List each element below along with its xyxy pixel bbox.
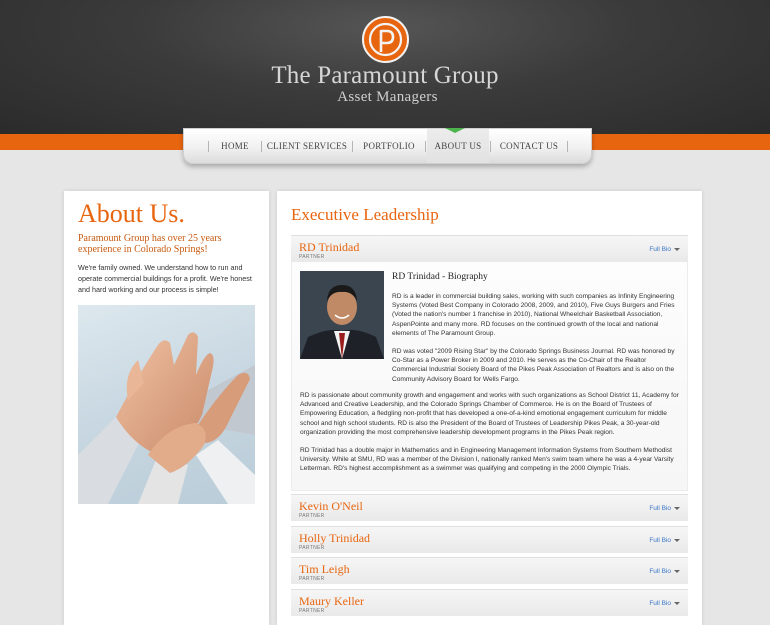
accordion-header-rd-trinidad[interactable]: RD Trinidad PARTNER Full Bio xyxy=(291,235,688,262)
full-bio-toggle[interactable]: Full Bio xyxy=(649,568,680,575)
brand-subtitle: Asset Managers xyxy=(337,89,438,105)
nav-contact-us[interactable]: CONTACT US xyxy=(492,129,566,163)
full-bio-toggle[interactable]: Full Bio xyxy=(649,537,680,544)
p-monogram-icon[interactable] xyxy=(362,16,409,63)
bio-paragraph: RD was voted "2009 Rising Star" by the C… xyxy=(392,348,675,383)
full-bio-toggle[interactable]: Full Bio xyxy=(649,600,680,607)
nav-separator xyxy=(567,141,568,152)
full-bio-label: Full Bio xyxy=(649,537,671,544)
member-role: PARTNER xyxy=(299,545,325,551)
full-bio-toggle[interactable]: Full Bio xyxy=(649,246,680,253)
site-header: The Paramount Group Asset Managers xyxy=(0,0,770,134)
member-role: PARTNER xyxy=(299,254,325,260)
main-nav: HOME CLIENT SERVICES PORTFOLIO ABOUT US … xyxy=(183,128,592,164)
full-bio-label: Full Bio xyxy=(649,505,671,512)
accordion-header-holly-trinidad[interactable]: Holly Trinidad PARTNER Full Bio xyxy=(291,526,688,553)
member-name: Holly Trinidad xyxy=(299,531,371,545)
bio-paragraph: RD is a leader in commercial building sa… xyxy=(392,293,675,337)
member-role: PARTNER xyxy=(299,576,325,582)
chevron-down-icon xyxy=(674,538,680,542)
hands-together-photo xyxy=(78,305,255,504)
full-bio-toggle[interactable]: Full Bio xyxy=(649,505,680,512)
accordion-header-maury-keller[interactable]: Maury Keller PARTNER Full Bio xyxy=(291,589,688,616)
chevron-down-icon xyxy=(674,247,680,251)
bio-paragraph: RD Trinidad has a double major in Mathem… xyxy=(300,447,674,473)
full-bio-label: Full Bio xyxy=(649,600,671,607)
rd-trinidad-photo xyxy=(300,271,384,359)
active-nav-indicator xyxy=(445,128,465,133)
nav-separator xyxy=(208,141,209,152)
accordion-header-tim-leigh[interactable]: Tim Leigh PARTNER Full Bio xyxy=(291,557,688,584)
nav-client-services[interactable]: CLIENT SERVICES xyxy=(263,129,351,163)
member-role: PARTNER xyxy=(299,513,325,519)
full-bio-label: Full Bio xyxy=(649,246,671,253)
bio-paragraph: RD is passionate about community growth … xyxy=(300,392,679,436)
member-name: Kevin O'Neil xyxy=(299,499,363,513)
about-title: About Us. xyxy=(78,199,185,228)
member-name: Tim Leigh xyxy=(299,562,350,576)
chevron-down-icon xyxy=(674,569,680,573)
member-name: RD Trinidad xyxy=(299,240,360,254)
member-name: Maury Keller xyxy=(299,594,364,608)
nav-about-us[interactable]: ABOUT US xyxy=(427,129,489,163)
brand-title[interactable]: The Paramount Group xyxy=(0,62,770,90)
leadership-panel: Executive Leadership RD Trinidad PARTNER… xyxy=(277,191,702,625)
nav-separator xyxy=(490,141,491,152)
nav-portfolio[interactable]: PORTFOLIO xyxy=(354,129,424,163)
nav-separator xyxy=(425,141,426,152)
about-panel: About Us. Paramount Group has over 25 ye… xyxy=(64,191,269,625)
member-role: PARTNER xyxy=(299,608,325,614)
nav-separator xyxy=(261,141,262,152)
leadership-title: Executive Leadership xyxy=(291,205,439,224)
nav-home[interactable]: HOME xyxy=(210,129,260,163)
nav-separator xyxy=(352,141,353,152)
bio-heading: RD Trinidad - Biography xyxy=(392,272,488,282)
accordion-header-kevin-oneil[interactable]: Kevin O'Neil PARTNER Full Bio xyxy=(291,494,688,521)
about-body: We're family owned. We understand how to… xyxy=(78,263,252,294)
full-bio-label: Full Bio xyxy=(649,568,671,575)
chevron-down-icon xyxy=(674,601,680,605)
bio-panel: RD Trinidad - Biography RD is a leader i… xyxy=(291,262,688,491)
chevron-down-icon xyxy=(674,506,680,510)
about-tagline: Paramount Group has over 25 years experi… xyxy=(78,233,222,255)
